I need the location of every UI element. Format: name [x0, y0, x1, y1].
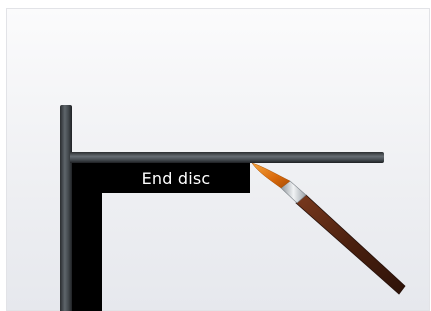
black-column [72, 163, 102, 311]
end-disc-label: End disc [141, 168, 211, 188]
end-disc-label-box: End disc [102, 163, 250, 193]
vertical-pole [60, 105, 72, 311]
scene: End disc [0, 0, 431, 311]
horizontal-pole [70, 152, 384, 163]
